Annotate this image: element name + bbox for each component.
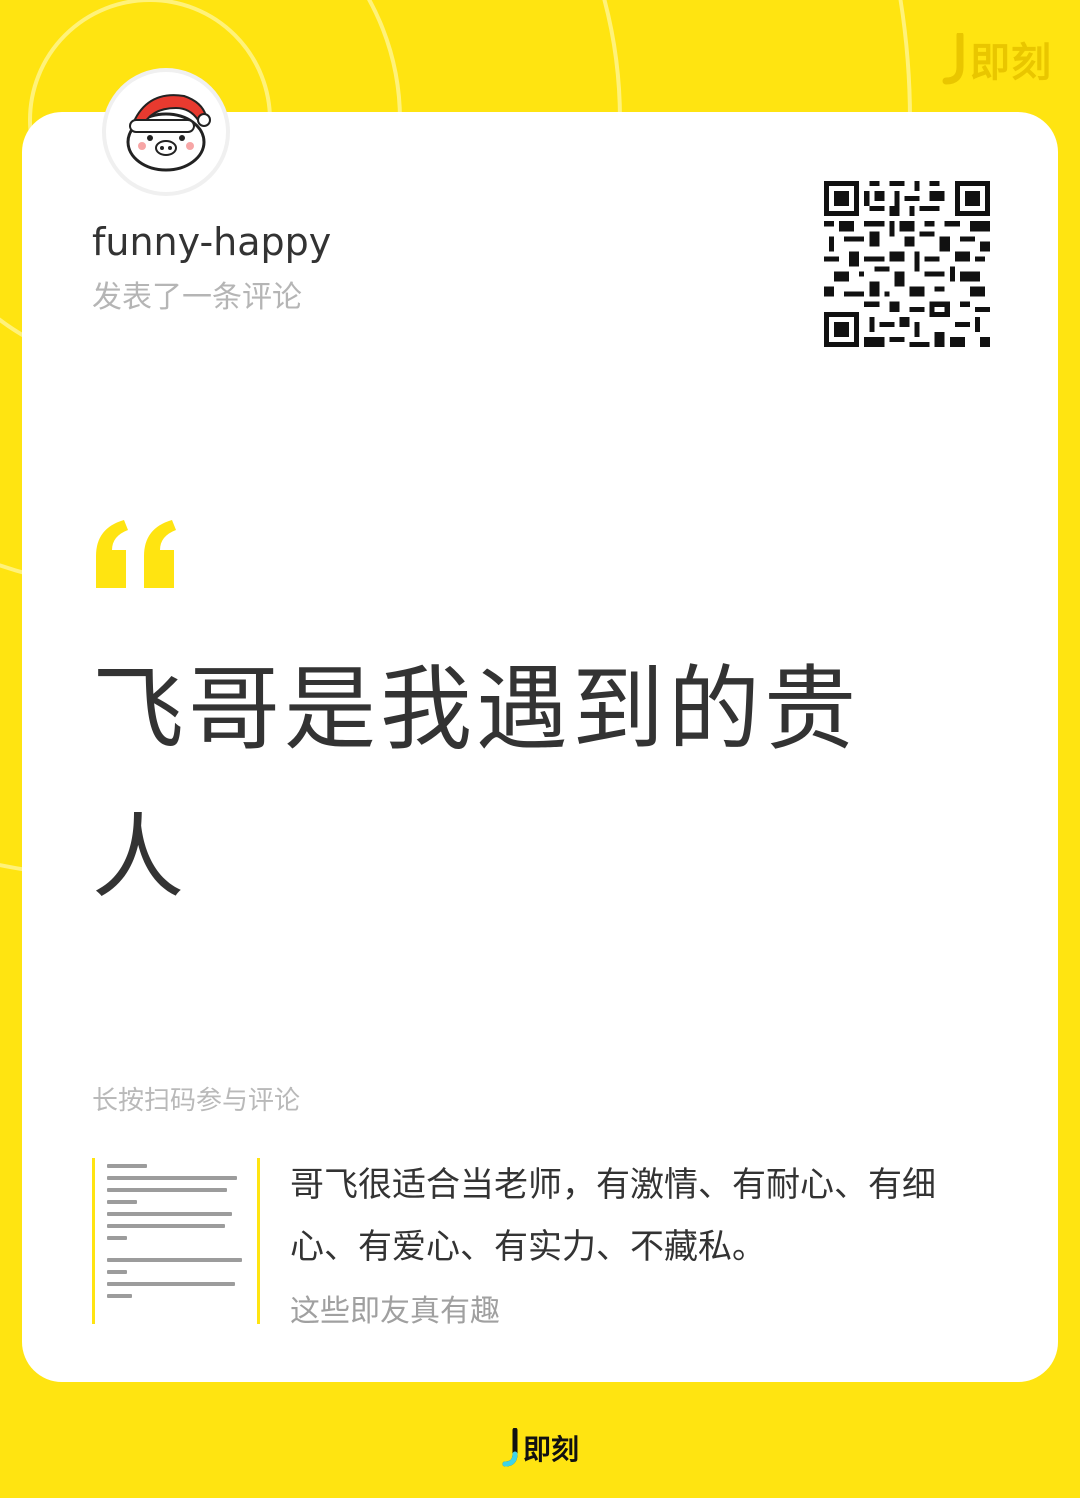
quote-mark-icon <box>96 520 176 588</box>
topic-name[interactable]: 这些即友真有趣 <box>290 1286 500 1330</box>
brand-name: 即刻 <box>970 40 1052 86</box>
user-avatar[interactable] <box>106 72 226 192</box>
original-post-excerpt[interactable]: 哥飞很适合当老师，有激情、有耐心、有细心、有爱心、有实力、不藏私。 <box>290 1154 970 1278</box>
top-brand-logo: 即刻 <box>940 30 1052 88</box>
action-text: 发表了一条评论 <box>92 280 302 315</box>
jike-j-icon <box>502 1428 518 1467</box>
comment-card: funny-happy 发表了一条评论 飞哥是我遇到的贵人 长按扫码参与评论 哥… <box>22 72 1058 1382</box>
thumbnail-text-lines <box>107 1164 247 1298</box>
brand-name: 即刻 <box>522 1433 579 1466</box>
bottom-brand-logo: 即刻 <box>0 1428 1080 1468</box>
jike-j-icon <box>942 33 964 85</box>
username[interactable]: funny-happy <box>92 220 331 264</box>
scan-hint: 长按扫码参与评论 <box>92 1086 301 1116</box>
post-screenshot-thumbnail[interactable] <box>92 1158 260 1324</box>
qr-code-icon[interactable] <box>824 181 990 347</box>
comment-headline: 飞哥是我遇到的贵人 <box>92 656 861 911</box>
pig-santa-hat-avatar-icon <box>126 94 211 172</box>
